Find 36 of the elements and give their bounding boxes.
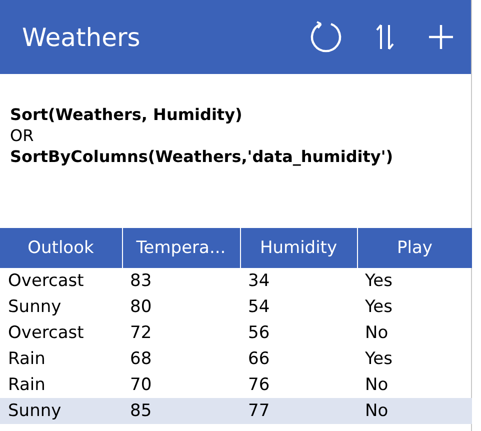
table-cell: Overcast [0,268,122,294]
refresh-button[interactable] [309,20,343,54]
formula-text: SortByColumns(Weathers,'data_humidity') [10,146,394,167]
add-icon [427,23,455,51]
formula-text: Sort(Weathers, Humidity) [10,104,244,125]
table-cell: 83 [122,268,240,294]
table-cell-text: Yes [364,296,394,319]
table-cell: 85 [122,398,240,424]
table-cell: Yes [357,268,472,294]
table-cell: No [357,398,472,424]
table-cell: 34 [240,268,357,294]
table-cell-text: No [364,322,390,345]
column-header[interactable]: Outlook [0,228,122,268]
column-header[interactable]: Humidity [240,228,357,268]
table-cell-text: Rain [7,348,46,371]
table-cell-text: 68 [129,348,153,371]
table-cell-text: 56 [247,322,271,345]
table-cell-text: 80 [129,296,153,319]
separator-text: OR [10,125,35,146]
table-cell-text: 72 [129,322,153,345]
column-header[interactable]: Play [357,228,472,268]
table-cell-text: Yes [364,348,394,371]
add-button[interactable] [427,23,455,51]
table-cell: 77 [240,398,357,424]
table-cell: 70 [122,372,240,398]
table-cell: Sunny [0,398,122,424]
table-cell-text: 66 [247,348,271,371]
table-cell-text: 54 [247,296,271,319]
refresh-icon [309,20,343,54]
table-cell-text: Overcast [7,322,85,345]
table-cell-text: Sunny [7,296,62,319]
table-cell: No [357,372,472,398]
table-cell: 76 [240,372,357,398]
app-title: Weathers [22,22,142,52]
column-header[interactable]: Tempera... [122,228,240,268]
table-cell: Rain [0,372,122,398]
